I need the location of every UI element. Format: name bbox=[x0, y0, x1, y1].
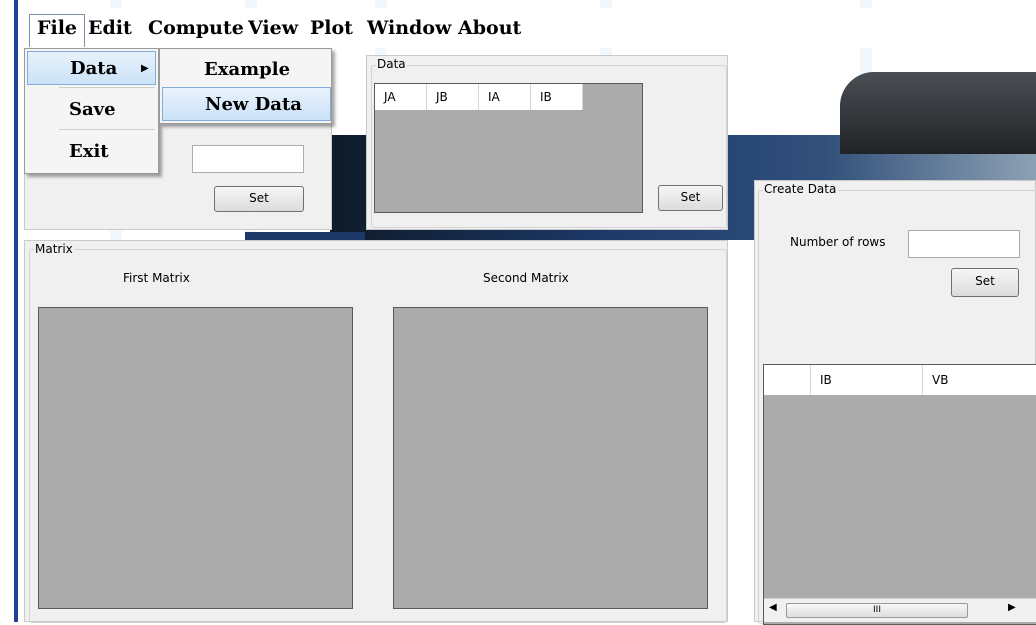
column-header[interactable]: IB bbox=[531, 84, 583, 110]
first-matrix-label: First Matrix bbox=[123, 271, 190, 285]
create-data-table[interactable]: IB VB ◀ III ▶ bbox=[763, 364, 1036, 625]
menu-item-example-label: Example bbox=[204, 59, 291, 80]
menu-separator bbox=[59, 87, 155, 88]
menu-view[interactable]: View bbox=[248, 17, 298, 39]
menu-item-data[interactable]: Data ▶ bbox=[27, 51, 156, 85]
number-of-rows-label: Number of rows bbox=[790, 235, 886, 249]
column-header[interactable]: IA bbox=[479, 84, 531, 110]
menu-file[interactable]: File bbox=[29, 14, 86, 47]
column-header[interactable]: IB bbox=[811, 365, 923, 395]
data-submenu: Example New Data bbox=[159, 48, 332, 124]
file-menu-dropdown: Data ▶ Save Exit bbox=[24, 48, 159, 174]
left-panel-input[interactable] bbox=[192, 145, 304, 173]
data-set-button[interactable]: Set bbox=[658, 185, 723, 211]
number-of-rows-input[interactable] bbox=[908, 230, 1020, 258]
data-table[interactable]: JA JB IA IB bbox=[374, 83, 643, 213]
matrix-panel: Matrix First Matrix Second Matrix bbox=[24, 240, 728, 623]
create-data-panel: Create Data Number of rows Set IB VB ◀ I… bbox=[754, 180, 1036, 625]
scroll-thumb[interactable]: III bbox=[786, 603, 968, 618]
desktop-wallpaper-shape bbox=[840, 72, 1036, 154]
menu-about[interactable]: About bbox=[458, 17, 521, 39]
left-panel-set-button[interactable]: Set bbox=[214, 186, 304, 212]
menu-item-exit[interactable]: Exit bbox=[27, 135, 156, 169]
menu-item-new-data-label: New Data bbox=[205, 94, 302, 115]
data-panel: Data JA JB IA IB Set bbox=[366, 55, 728, 230]
menu-item-example[interactable]: Example bbox=[162, 53, 331, 87]
column-header[interactable]: VB bbox=[923, 365, 1036, 395]
menu-compute[interactable]: Compute bbox=[148, 17, 244, 39]
data-table-header: JA JB IA IB bbox=[375, 84, 583, 110]
menu-plot[interactable]: Plot bbox=[310, 17, 353, 39]
second-matrix-label: Second Matrix bbox=[483, 271, 569, 285]
menubar: File Edit Compute View Plot Window About bbox=[22, 8, 1036, 48]
menu-item-save[interactable]: Save bbox=[27, 93, 156, 127]
create-data-table-header: IB VB bbox=[764, 365, 1036, 395]
create-data-set-button[interactable]: Set bbox=[951, 268, 1019, 297]
first-matrix-grid[interactable] bbox=[38, 307, 353, 609]
menu-item-new-data[interactable]: New Data bbox=[162, 87, 331, 121]
menu-item-exit-label: Exit bbox=[69, 141, 109, 162]
create-data-title: Create Data bbox=[763, 182, 838, 196]
scroll-left-icon[interactable]: ◀ bbox=[769, 602, 777, 613]
scroll-right-icon[interactable]: ▶ bbox=[1008, 602, 1016, 613]
second-matrix-grid[interactable] bbox=[393, 307, 708, 609]
menu-item-data-label: Data bbox=[70, 58, 118, 79]
column-header[interactable]: JB bbox=[427, 84, 479, 110]
desktop-wallpaper-edge bbox=[245, 232, 365, 240]
data-group-title: Data bbox=[376, 57, 407, 71]
menu-separator bbox=[59, 129, 155, 130]
horizontal-scrollbar[interactable]: ◀ III ▶ bbox=[764, 598, 1036, 622]
menu-edit[interactable]: Edit bbox=[88, 17, 132, 39]
menu-window[interactable]: Window bbox=[367, 17, 451, 39]
submenu-arrow-icon: ▶ bbox=[141, 63, 149, 74]
window-left-edge bbox=[0, 0, 18, 622]
matrix-group-title: Matrix bbox=[34, 242, 74, 256]
row-header-corner bbox=[764, 365, 811, 395]
column-header[interactable]: JA bbox=[375, 84, 427, 110]
menu-item-save-label: Save bbox=[69, 99, 116, 120]
